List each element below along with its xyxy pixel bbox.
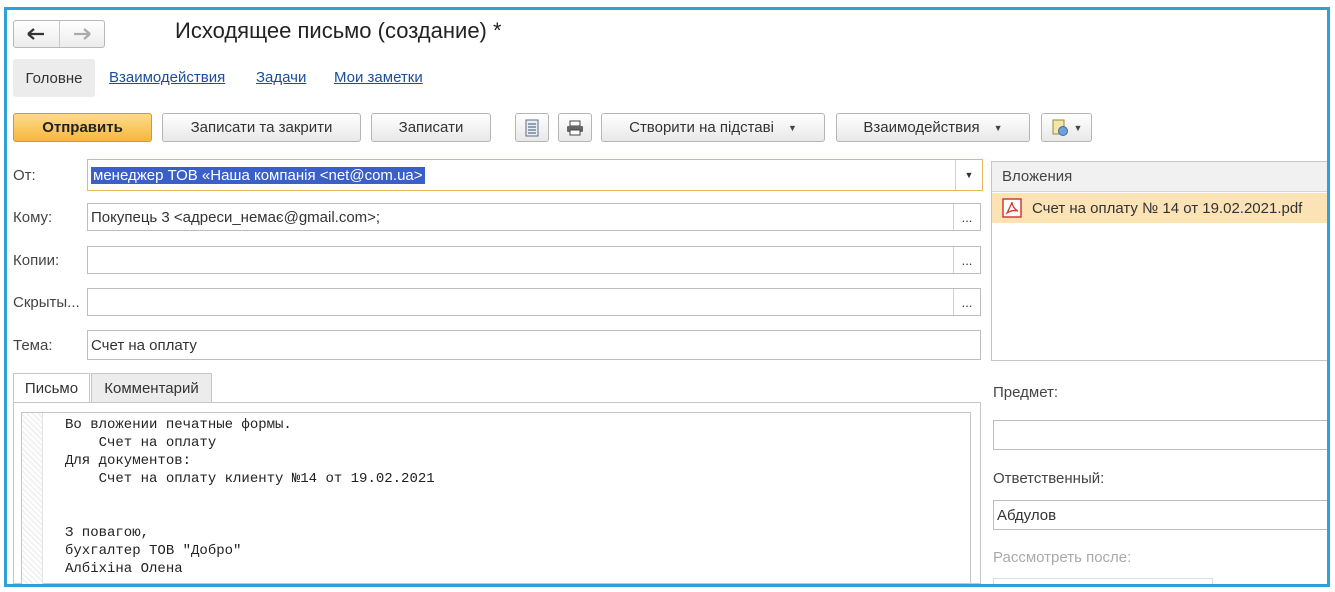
tab-comment[interactable]: Комментарий — [91, 373, 212, 402]
window-frame: Исходящее письмо (создание) * Головне Вз… — [4, 7, 1330, 587]
from-value: менеджер ТОВ «Наша компанія <net@com.ua> — [91, 166, 425, 184]
document-list-icon — [525, 119, 539, 136]
responsible-value: Абдулов — [997, 506, 1057, 524]
subject-value: Счет на оплату — [91, 336, 197, 354]
arrow-right-icon — [73, 28, 91, 40]
cc-label: Копии: — [13, 252, 60, 269]
print-button[interactable] — [558, 113, 592, 142]
printer-icon — [567, 120, 583, 135]
more-actions-button[interactable]: ▼ — [1041, 113, 1092, 142]
attachment-name: Счет на оплату № 14 от 19.02.2021.pdf — [1032, 199, 1303, 217]
from-field[interactable]: менеджер ТОВ «Наша компанія <net@com.ua>… — [87, 159, 983, 191]
tab-letter[interactable]: Письмо — [13, 373, 90, 402]
to-field[interactable]: Покупець 3 <адреси_немає@gmail.com>; ... — [87, 203, 981, 231]
send-button[interactable]: Отправить — [13, 113, 152, 142]
from-label: От: — [13, 167, 36, 184]
editor-gutter — [22, 413, 43, 584]
chevron-down-icon: ▼ — [993, 122, 1003, 133]
attachments-header: Вложения — [992, 162, 1327, 192]
tab-interactions[interactable]: Взаимодействия — [109, 69, 225, 86]
to-choose-button[interactable]: ... — [953, 204, 980, 230]
bcc-choose-button[interactable]: ... — [953, 289, 980, 315]
from-dropdown-button[interactable]: ▼ — [955, 160, 982, 190]
responsible-label: Ответственный: — [993, 470, 1105, 487]
nav-group — [13, 20, 105, 48]
to-label: Кому: — [13, 209, 53, 226]
subject-field[interactable]: Счет на оплату — [87, 330, 981, 360]
interactions-menu-button[interactable]: Взаимодействия ▼ — [836, 113, 1030, 142]
tab-main[interactable]: Головне — [13, 59, 95, 97]
save-close-button[interactable]: Записати та закрити — [162, 113, 361, 142]
attachment-item[interactable]: Счет на оплату № 14 от 19.02.2021.pdf — [992, 193, 1327, 223]
forward-button[interactable] — [58, 21, 105, 47]
review-after-field[interactable] — [993, 578, 1213, 584]
create-based-on-label: Створити на підставі — [629, 119, 774, 136]
message-body-text: Во вложении печатные формы. Счет на опла… — [65, 417, 435, 577]
attachments-panel: Вложения Счет на оплату № 14 от 19.02.20… — [991, 161, 1327, 361]
chevron-down-icon: ▼ — [787, 122, 797, 133]
review-after-label: Рассмотреть после: — [993, 549, 1132, 566]
arrow-left-icon — [27, 28, 45, 40]
create-based-on-button[interactable]: Створити на підставі ▼ — [601, 113, 825, 142]
to-value: Покупець 3 <адреси_немає@gmail.com>; — [91, 208, 381, 226]
save-button[interactable]: Записати — [371, 113, 491, 142]
cc-choose-button[interactable]: ... — [953, 247, 980, 273]
pdf-file-icon — [1002, 198, 1022, 218]
chevron-down-icon: ▼ — [1073, 122, 1083, 133]
subject-label: Тема: — [13, 337, 53, 354]
message-body-editor[interactable]: Во вложении печатные формы. Счет на опла… — [21, 412, 971, 584]
cc-field[interactable]: ... — [87, 246, 981, 274]
bcc-field[interactable]: ... — [87, 288, 981, 316]
dropdown-arrow-icon: ▼ — [964, 170, 974, 180]
tab-my-notes[interactable]: Мои заметки — [334, 69, 423, 86]
subject-object-field[interactable] — [993, 420, 1327, 450]
interactions-menu-label: Взаимодействия — [863, 119, 980, 136]
subject-object-label: Предмет: — [993, 384, 1059, 401]
document-settings-icon — [1052, 119, 1068, 136]
tab-tasks[interactable]: Задачи — [256, 69, 306, 86]
bcc-label: Скрыты... — [13, 294, 80, 311]
back-button[interactable] — [14, 21, 59, 47]
responsible-field[interactable]: Абдулов — [993, 500, 1327, 530]
page-title: Исходящее письмо (создание) * — [175, 18, 502, 43]
document-list-button[interactable] — [515, 113, 549, 142]
